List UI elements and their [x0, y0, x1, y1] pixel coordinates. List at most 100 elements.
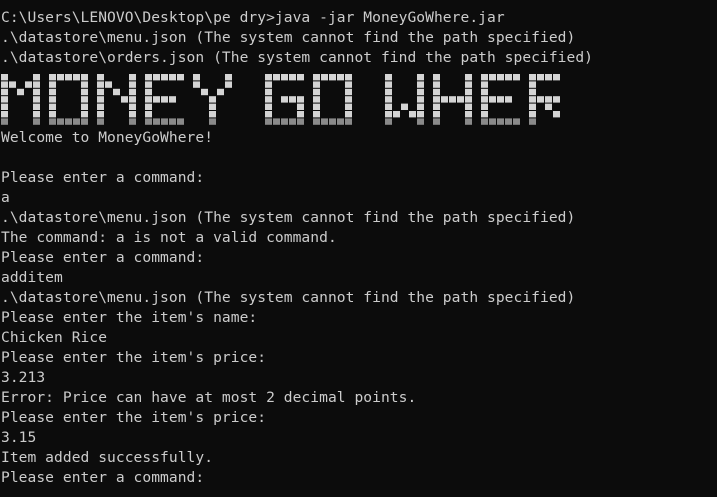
banner-pixel	[505, 74, 512, 81]
terminal-line-error-menu: .\datastore\menu.json (The system cannot…	[1, 289, 576, 306]
banner-pixel	[33, 111, 40, 118]
banner-pixel	[49, 88, 56, 96]
banner-pixel	[273, 74, 280, 81]
banner-pixel	[193, 81, 200, 88]
banner-pixel	[313, 74, 320, 81]
banner-pixel	[225, 74, 232, 81]
banner-pixel	[297, 103, 304, 110]
banner-pixel	[145, 81, 152, 88]
banner-pixel	[497, 118, 504, 125]
user-input-command: a	[1, 189, 10, 206]
banner-pixel	[481, 81, 488, 88]
banner-pixel	[153, 74, 160, 81]
banner-pixel	[209, 118, 216, 125]
banner-pixel	[433, 118, 440, 125]
banner-pixel	[417, 96, 424, 103]
banner-pixel	[345, 118, 352, 125]
banner-pixel	[465, 118, 472, 125]
banner-pixel	[177, 74, 184, 81]
banner-pixel	[313, 88, 320, 96]
banner-pixel	[553, 96, 560, 103]
banner-pixel	[417, 103, 424, 110]
banner-pixel	[1, 118, 8, 125]
banner-pixel	[81, 88, 88, 96]
banner-pixel	[489, 74, 496, 81]
banner-pixel	[433, 103, 440, 110]
banner-pixel	[145, 111, 152, 118]
banner-pixel	[265, 96, 272, 103]
banner-pixel	[489, 118, 496, 125]
banner-pixel	[385, 81, 392, 88]
banner-pixel	[97, 118, 104, 125]
banner-pixel	[1, 81, 8, 88]
banner-pixel	[441, 96, 448, 103]
banner-pixel	[9, 81, 16, 88]
banner-pixel	[273, 118, 280, 125]
user-input-item-price: 3.213	[1, 369, 46, 386]
banner-pixel	[169, 118, 176, 125]
banner-pixel	[553, 111, 560, 118]
terminal-line-error-menu: .\datastore\menu.json (The system cannot…	[1, 209, 576, 226]
banner-pixel	[81, 103, 88, 110]
banner-pixel	[329, 118, 336, 125]
banner-pixel	[529, 118, 536, 125]
banner-pixel	[97, 103, 104, 110]
banner-pixel	[345, 111, 352, 118]
banner-pixel	[265, 74, 272, 81]
banner-pixel	[449, 96, 456, 103]
prompt-item-price: Please enter the item's price:	[1, 409, 267, 426]
prompt-enter-command: Please enter a command:	[1, 249, 205, 266]
banner-pixel	[313, 103, 320, 110]
user-input-item-price: 3.15	[1, 429, 37, 446]
invalid-command-message: The command: a is not a valid command.	[1, 229, 337, 246]
banner-pixel	[129, 103, 136, 110]
prompt-item-name: Please enter the item's name:	[1, 309, 258, 326]
banner-pixel	[337, 118, 344, 125]
banner-pixel	[393, 111, 400, 118]
banner-pixel	[545, 103, 552, 110]
terminal-window[interactable]: C:\Users\LENOVO\Desktop\pe dry>java -jar…	[0, 0, 717, 497]
banner-pixel	[289, 96, 296, 103]
banner-pixel	[345, 103, 352, 110]
banner-pixel	[129, 118, 136, 125]
banner-pixel	[345, 96, 352, 103]
banner-pixel	[281, 74, 288, 81]
banner-pixel	[537, 96, 544, 103]
banner-pixel	[57, 118, 64, 125]
banner-pixel	[385, 96, 392, 103]
prompt-enter-command: Please enter a command:	[1, 169, 205, 186]
banner-pixel	[481, 118, 488, 125]
banner-pixel	[497, 74, 504, 81]
banner-pixel	[1, 111, 8, 118]
banner-pixel	[337, 74, 344, 81]
banner-pixel	[33, 103, 40, 110]
banner-pixel	[73, 74, 80, 81]
banner-pixel	[97, 81, 104, 88]
banner-pixel	[145, 103, 152, 110]
banner-pixel	[193, 74, 200, 81]
banner-pixel	[433, 88, 440, 96]
banner-pixel	[113, 88, 120, 96]
banner-pixel	[465, 111, 472, 118]
banner-pixel	[97, 88, 104, 96]
banner-pixel	[265, 88, 272, 96]
banner-pixel	[129, 81, 136, 88]
banner-pixel	[281, 118, 288, 125]
banner-pixel	[49, 103, 56, 110]
user-input-command: additem	[1, 269, 63, 286]
prompt-enter-command: Please enter a command:	[1, 469, 205, 486]
banner-pixel	[417, 74, 424, 81]
banner-pixel	[297, 96, 304, 103]
banner-pixel	[385, 74, 392, 81]
ascii-banner-logo	[1, 74, 560, 125]
banner-pixel	[313, 81, 320, 88]
banner-pixel	[417, 111, 424, 118]
price-error-message: Error: Price can have at most 2 decimal …	[1, 389, 417, 406]
banner-pixel	[465, 103, 472, 110]
banner-pixel	[409, 111, 416, 118]
banner-pixel	[161, 74, 168, 81]
banner-pixel	[489, 96, 496, 103]
banner-pixel	[321, 118, 328, 125]
banner-pixel	[33, 88, 40, 96]
banner-pixel	[265, 103, 272, 110]
